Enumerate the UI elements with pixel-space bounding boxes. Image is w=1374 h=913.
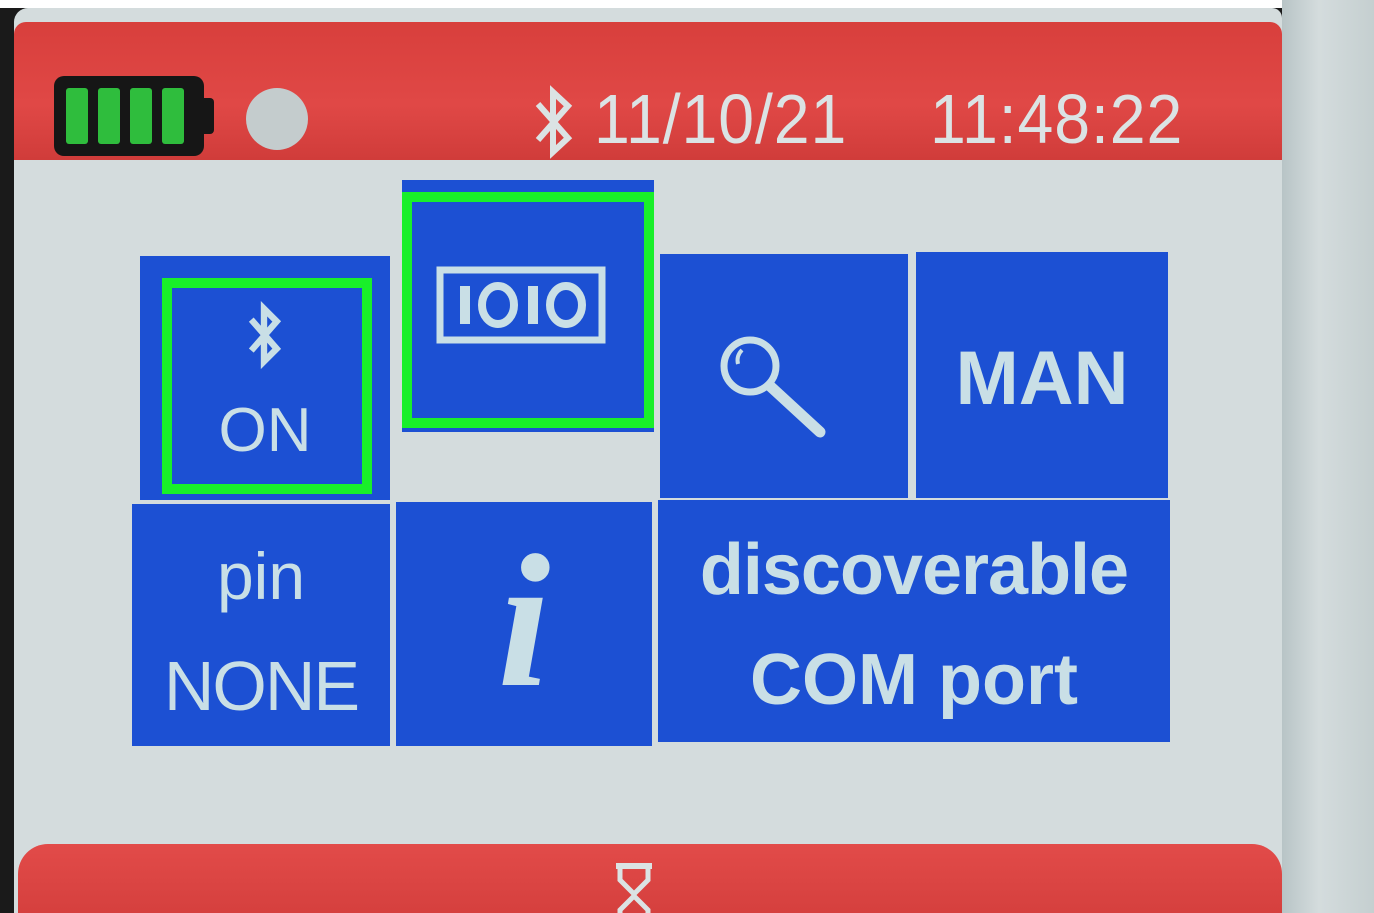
- data-mode-tile[interactable]: [402, 180, 654, 432]
- bottom-bar: [18, 844, 1282, 913]
- status-bar: 11/10/21 11:48:22: [14, 22, 1282, 160]
- bluetooth-icon: [535, 85, 573, 159]
- right-bezel: [1282, 0, 1374, 913]
- hourglass-icon: [616, 863, 652, 913]
- magnifier-icon: [720, 336, 826, 438]
- search-tile[interactable]: [660, 254, 908, 498]
- status-time: 11:48:22: [930, 80, 1184, 158]
- mode-label: MAN: [955, 336, 1129, 421]
- battery-icon: [54, 76, 204, 156]
- status-indicator-dot: [246, 88, 308, 150]
- com-port-label: COM port: [750, 640, 1078, 720]
- lcd-display: 11/10/21 11:48:22 ON MAN pin NONE i disc…: [14, 8, 1282, 913]
- selection-highlight: [162, 278, 372, 494]
- bluetooth-toggle-tile[interactable]: ON: [140, 256, 390, 500]
- info-tile[interactable]: i: [396, 502, 652, 746]
- discoverable-label: discoverable: [699, 530, 1129, 610]
- top-bezel: [0, 0, 1374, 8]
- battery-cell: [98, 88, 120, 144]
- status-date: 11/10/21: [594, 80, 848, 158]
- pin-tile[interactable]: pin NONE: [132, 504, 390, 746]
- battery-cell: [162, 88, 184, 144]
- info-icon: i: [497, 517, 551, 727]
- battery-tip: [204, 98, 214, 134]
- battery-cell: [130, 88, 152, 144]
- pin-value: NONE: [163, 647, 360, 725]
- mode-tile[interactable]: MAN: [916, 252, 1168, 498]
- discoverable-tile[interactable]: discoverable COM port: [658, 500, 1170, 742]
- selection-highlight: [402, 192, 654, 428]
- pin-label: pin: [216, 539, 306, 613]
- battery-cell: [66, 88, 88, 144]
